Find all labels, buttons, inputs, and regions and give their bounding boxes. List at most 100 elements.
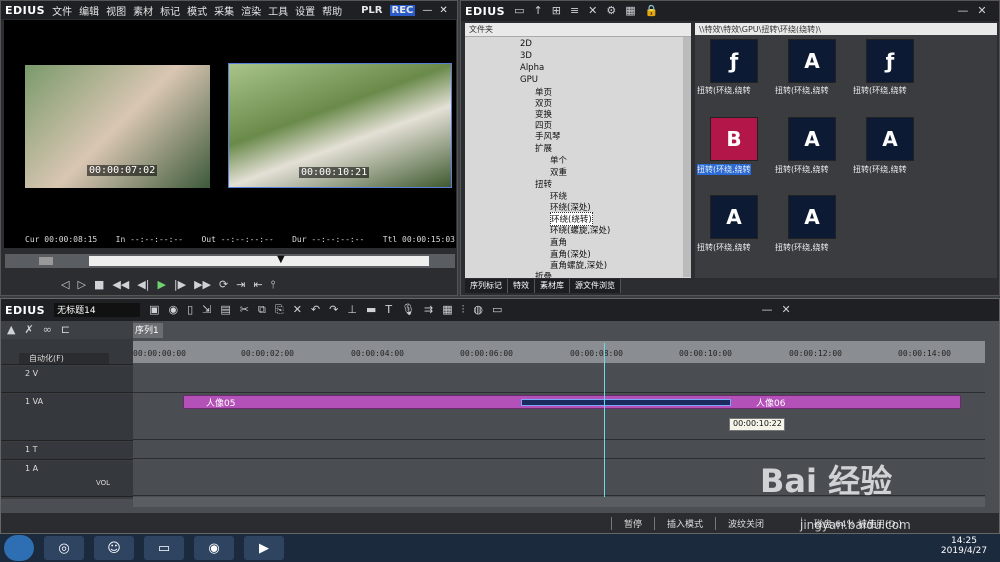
menu-help[interactable]: 帮助 — [322, 3, 342, 18]
tree-item-twist[interactable]: 扭转 — [535, 178, 552, 190]
add-clip-icon[interactable]: ⊞ — [552, 4, 561, 18]
save-icon[interactable]: ▤ — [220, 303, 230, 317]
paste-icon[interactable]: ⎘ — [275, 303, 284, 317]
tab-sequence-markers[interactable]: 序列标记 — [465, 279, 508, 293]
delete-icon[interactable]: ✕ — [588, 4, 597, 18]
track-2v[interactable] — [133, 367, 985, 393]
time-ruler[interactable]: 00:00:00:00 00:00:02:00 00:00:04:00 00:0… — [133, 341, 985, 363]
qq-icon[interactable]: ☺ — [94, 536, 134, 560]
tab-library[interactable]: 素材库 — [535, 279, 570, 293]
view-icon[interactable]: ▦ — [625, 4, 635, 18]
tree-item-gpu[interactable]: GPU — [520, 75, 538, 85]
color-icon[interactable]: ◍ — [473, 303, 483, 317]
menu-edit[interactable]: 编辑 — [79, 3, 99, 18]
delete-icon[interactable]: ✕ — [293, 303, 302, 317]
menu-settings[interactable]: 设置 — [295, 3, 315, 18]
effect-thumb[interactable]: A — [788, 39, 836, 83]
position-slider[interactable] — [89, 256, 429, 266]
properties-icon[interactable]: ⚙ — [606, 4, 616, 18]
tree-item-alpha[interactable]: Alpha — [520, 63, 544, 73]
lock-icon[interactable]: 🔒 — [645, 4, 659, 18]
tab-effects[interactable]: 特效 — [508, 279, 535, 293]
up-folder-icon[interactable]: ↑ — [534, 4, 543, 18]
effect-thumb-selected[interactable]: B — [710, 117, 758, 161]
folder-icon[interactable]: ▭ — [514, 4, 524, 18]
timeline-minimize-icon[interactable]: — — [761, 303, 772, 317]
project-name[interactable]: 无标题14 — [54, 303, 141, 317]
grid-icon[interactable]: ▦ — [442, 303, 452, 317]
copy-icon[interactable]: ⧉ — [258, 303, 266, 317]
timeline-close-icon[interactable]: ✕ — [781, 303, 790, 317]
align-icon[interactable]: ≡ — [570, 4, 579, 18]
tree-item-right-angle[interactable]: 直角 — [550, 236, 567, 248]
tab-source-browser[interactable]: 源文件浏览 — [570, 279, 621, 293]
close-icon[interactable]: ✕ — [439, 5, 447, 16]
camera-icon[interactable]: ◉ — [169, 303, 179, 317]
step-forward-icon[interactable]: |▶ — [174, 278, 186, 292]
track-header-1va[interactable]: 1 VA — [1, 394, 133, 441]
tree-item-3d[interactable]: 3D — [520, 51, 532, 61]
plr-button[interactable]: PLR — [361, 5, 382, 16]
menu-render[interactable]: 渲染 — [241, 3, 261, 18]
effect-thumb[interactable]: A — [866, 117, 914, 161]
effect-thumb[interactable]: A — [788, 195, 836, 239]
rewind-icon[interactable]: ◀◀ — [112, 278, 129, 292]
play-icon[interactable]: ▶ — [157, 278, 165, 292]
redo-icon[interactable]: ↷ — [329, 303, 338, 317]
menu-marker[interactable]: 标记 — [160, 3, 180, 18]
track-mode-icon[interactable]: ▲ — [7, 323, 15, 337]
rec-button[interactable]: REC — [389, 4, 416, 16]
sequence-tab[interactable]: 序列1 — [133, 323, 163, 338]
link-icon[interactable]: ∞ — [43, 323, 52, 337]
tree-scrollbar[interactable] — [683, 37, 691, 277]
effect-thumb[interactable]: ƒ — [866, 39, 914, 83]
insert-icon[interactable]: ⇥ — [236, 278, 245, 292]
bin-close-icon[interactable]: ✕ — [977, 4, 986, 18]
shuttle-handle[interactable] — [39, 257, 53, 265]
step-back-icon[interactable]: ◀| — [137, 278, 149, 292]
effect-thumb[interactable]: A — [788, 117, 836, 161]
open-icon[interactable]: ⇲ — [202, 303, 211, 317]
stop-icon[interactable]: ■ — [94, 278, 104, 292]
eq-icon[interactable]: ⫶ — [462, 303, 465, 317]
menu-view[interactable]: 视图 — [106, 3, 126, 18]
automation-dropdown[interactable]: 自动化(F) — [19, 353, 109, 364]
clock[interactable]: 14:25 2019/4/27 — [930, 536, 998, 560]
menu-tools[interactable]: 工具 — [268, 3, 288, 18]
snap-icon[interactable]: ⊥ — [347, 303, 357, 317]
fast-forward-icon[interactable]: ▶▶ — [194, 278, 211, 292]
cut-icon[interactable]: ✂ — [240, 303, 249, 317]
track-header-1t[interactable]: 1 T — [1, 442, 133, 460]
overwrite-icon[interactable]: ⇤ — [253, 278, 262, 292]
tree-item-fold[interactable]: 折叠 — [535, 270, 552, 278]
menu-clip[interactable]: 素材 — [133, 3, 153, 18]
minimize-icon[interactable]: — — [422, 5, 432, 16]
transition-block[interactable] — [521, 399, 731, 406]
tree-item-accordion[interactable]: 手风琴 — [535, 130, 561, 142]
tree-item-right-angle-spiral[interactable]: 直角螺旋,深处) — [550, 259, 607, 271]
title-icon[interactable]: T — [385, 303, 392, 317]
layout-icon[interactable]: ▭ — [492, 303, 502, 317]
set-in-icon[interactable]: ◁ — [61, 278, 69, 292]
tree-item-2d[interactable]: 2D — [520, 39, 532, 49]
loop-icon[interactable]: ⟳ — [219, 278, 228, 292]
playhead[interactable] — [604, 343, 605, 497]
mic-icon[interactable]: 🎙 — [401, 303, 415, 317]
sync-icon[interactable]: ⊏ — [61, 323, 70, 337]
tree-item-wrap-spiral[interactable]: 环绕(螺旋,深处) — [550, 224, 610, 236]
new-icon[interactable]: ▯ — [187, 303, 193, 317]
split-icon[interactable]: ⫯ — [271, 278, 276, 292]
undo-icon[interactable]: ↶ — [311, 303, 320, 317]
firefox-icon[interactable]: ◉ — [194, 536, 234, 560]
menu-file[interactable]: 文件 — [52, 3, 72, 18]
effect-thumb[interactable]: A — [710, 195, 758, 239]
track-header-1a[interactable]: 1 A VOL — [1, 461, 133, 497]
browser-icon[interactable]: ◎ — [44, 536, 84, 560]
effect-thumb[interactable]: ƒ — [710, 39, 758, 83]
edius-taskbar-icon[interactable]: ▶ — [244, 536, 284, 560]
menu-capture[interactable]: 采集 — [214, 3, 234, 18]
tree-item-extend[interactable]: 扩展 — [535, 142, 552, 154]
export-icon[interactable]: ⇉ — [424, 303, 433, 317]
explorer-icon[interactable]: ▭ — [144, 536, 184, 560]
position-marker[interactable]: ▼ — [277, 254, 285, 268]
